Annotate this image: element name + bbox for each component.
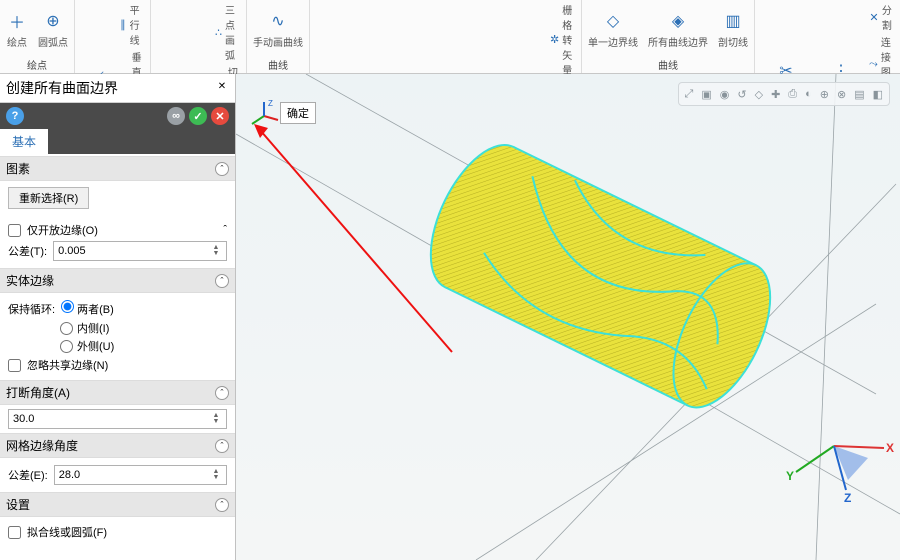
keep-both-radio[interactable] — [61, 300, 74, 313]
svg-text:Z: Z — [844, 491, 851, 505]
link-icon[interactable]: ∞ — [167, 107, 185, 125]
viewport-tool-5[interactable]: ✚ — [771, 88, 780, 101]
panel-title: 创建所有曲面边界 — [6, 78, 118, 98]
chevron-up-icon[interactable]: ˆ — [215, 386, 229, 400]
ribbon-group-label: 曲线 — [251, 56, 305, 73]
bolt-circle-icon: ✲ — [550, 33, 559, 47]
chevron-up-icon[interactable]: ˆ — [215, 439, 229, 453]
chevron-up-icon[interactable]: ˆ — [215, 498, 229, 512]
split-tool[interactable]: ✕分割 — [869, 2, 896, 32]
keep-inside-radio[interactable] — [60, 322, 73, 335]
reselect-button[interactable]: 重新选择(R) — [8, 187, 89, 209]
viewport-toolbar: ⤢ ▣ ◉ ↺ ◇ ✚ ⎙ ◐ ⊕ ⊗ ▤ ◧ — [678, 82, 890, 106]
confirm-button[interactable]: 确定 — [280, 102, 316, 124]
single-boundary-icon: ◇ — [602, 10, 624, 32]
ribbon-group-label: 曲线 — [586, 56, 750, 73]
tolerance-input[interactable]: 0.005 ▲▼ — [53, 241, 227, 261]
close-icon[interactable]: ✕ — [215, 81, 229, 95]
viewport-tool-2[interactable]: ◉ — [720, 88, 730, 101]
break-angle-input[interactable]: 30.0 ▲▼ — [8, 409, 227, 429]
mesh-angle-input[interactable]: 28.0 ▲▼ — [54, 465, 227, 485]
open-edges-checkbox[interactable] — [8, 224, 21, 237]
viewport-tool-1[interactable]: ▣ — [701, 88, 711, 101]
spinner-icon[interactable]: ▲▼ — [210, 413, 222, 425]
section-mesh-angle[interactable]: 网格边缘角度 ˆ — [0, 433, 235, 458]
sidebar-panel: 创建所有曲面边界 ✕ ? ∞ ✓ ✕ 基本 图素 ˆ 重新选择(R) 仅开放边缘… — [0, 74, 236, 560]
three-point-arc[interactable]: ∴三点画弧 — [215, 2, 242, 62]
viewport-tool-4[interactable]: ◇ — [755, 88, 763, 101]
section-solid-edges[interactable]: 实体边缘 ˆ — [0, 268, 235, 293]
section-element[interactable]: 图素 ˆ — [0, 156, 235, 181]
viewport-tool-0[interactable]: ⤢ — [685, 88, 694, 101]
chevron-up-icon[interactable]: ˆ — [215, 274, 229, 288]
spinner-icon[interactable]: ▲▼ — [210, 469, 222, 481]
viewport-tool-7[interactable]: ◐ — [805, 88, 812, 100]
all-surface-boundary[interactable]: ◈所有曲线边界 — [646, 8, 710, 51]
split-tool-icon: ✕ — [869, 10, 879, 24]
parallel-line-icon: ∥ — [119, 18, 127, 32]
point-tool-icon: ＋ — [6, 10, 28, 32]
strip-surface[interactable]: ▥剖切线 — [716, 8, 750, 51]
svg-text:Z: Z — [268, 100, 273, 108]
fit-arcs-checkbox[interactable] — [8, 526, 21, 539]
tab-basic[interactable]: 基本 — [0, 129, 48, 154]
chevron-up-icon[interactable]: ˆ — [223, 224, 227, 236]
svg-text:Y: Y — [786, 469, 794, 483]
bolt-circle[interactable]: ✲栅格转矢量 — [550, 2, 577, 77]
model-render: X Y Z — [236, 74, 900, 560]
ignore-shared-checkbox[interactable] — [8, 359, 21, 372]
3d-viewport[interactable]: ⤢ ▣ ◉ ↺ ◇ ✚ ⎙ ◐ ⊕ ⊗ ▤ ◧ Z 确定 — [236, 74, 900, 560]
arc-center-tool-icon: ⊕ — [42, 10, 64, 32]
keep-outside-radio[interactable] — [60, 340, 73, 353]
viewport-tool-11[interactable]: ◧ — [873, 88, 883, 101]
section-settings[interactable]: 设置 ˆ — [0, 492, 235, 517]
orientation-triad-icon: Z — [248, 100, 280, 132]
cancel-icon[interactable]: ✕ — [211, 107, 229, 125]
help-icon[interactable]: ? — [6, 107, 24, 125]
freehand-curve[interactable]: ∿手动画曲线 — [251, 8, 305, 51]
svg-text:X: X — [886, 441, 894, 455]
parallel-line[interactable]: ∥平行线 — [119, 2, 146, 47]
spinner-icon[interactable]: ▲▼ — [210, 245, 222, 257]
section-break-angle[interactable]: 打断角度(A) ˆ — [0, 380, 235, 405]
arc-center-tool[interactable]: ⊕圆弧点 — [36, 8, 70, 51]
three-point-arc-icon: ∴ — [215, 25, 222, 39]
ok-icon[interactable]: ✓ — [189, 107, 207, 125]
viewport-tool-8[interactable]: ⊕ — [820, 88, 829, 101]
ribbon-group-label: 绘点 — [4, 56, 70, 73]
freehand-curve-icon: ∿ — [267, 10, 289, 32]
viewport-tool-10[interactable]: ▤ — [854, 88, 864, 101]
all-surface-boundary-icon: ◈ — [667, 10, 689, 32]
point-tool[interactable]: ＋绘点 — [4, 8, 30, 51]
viewport-tool-3[interactable]: ↺ — [737, 88, 746, 101]
connect-element-icon: ⤳ — [869, 57, 878, 71]
chevron-up-icon[interactable]: ˆ — [215, 162, 229, 176]
single-boundary[interactable]: ◇单一边界线 — [586, 8, 640, 51]
viewport-tool-6[interactable]: ⎙ — [788, 88, 797, 101]
viewport-tool-9[interactable]: ⊗ — [837, 88, 846, 101]
strip-surface-icon: ▥ — [722, 10, 744, 32]
